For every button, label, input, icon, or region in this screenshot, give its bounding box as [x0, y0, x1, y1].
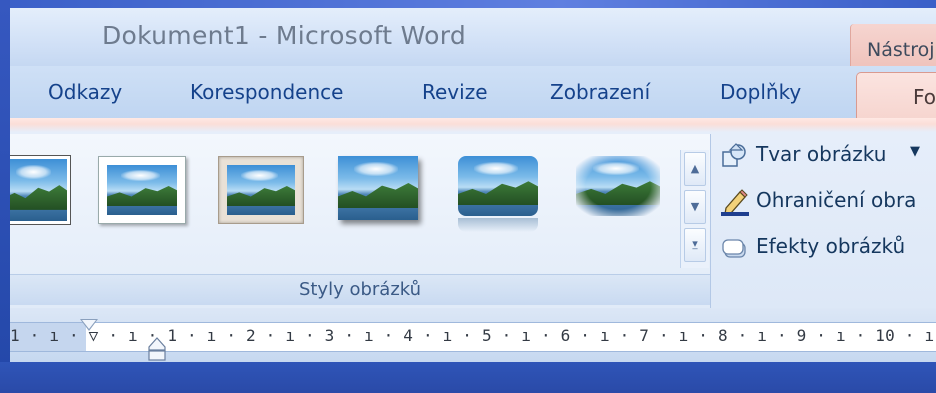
picture-style-1[interactable]	[10, 156, 70, 224]
effects-icon	[720, 234, 750, 262]
horizontal-ruler[interactable]: 1 · ı · ▽ · ı · 1 · ı · 2 · ı · 3 · ı · …	[10, 319, 936, 361]
gallery-scrollbar: ▲ ▼ ▾ ‾	[680, 150, 709, 268]
contextual-tab-header: Nástroj	[850, 24, 936, 70]
tab-format-label: Fo	[913, 85, 936, 109]
contextual-tab-header-label: Nástroj	[867, 39, 935, 61]
border-pencil-icon	[720, 188, 750, 216]
tab-format[interactable]: Fo	[856, 72, 936, 122]
tab-korespondence[interactable]: Korespondence	[190, 80, 343, 104]
picture-style-3[interactable]	[218, 156, 304, 224]
scroll-down-icon[interactable]: ▼	[684, 190, 706, 224]
picture-border-label: Ohraničení obra	[756, 188, 917, 212]
more-icon[interactable]: ▾ ‾	[684, 228, 706, 262]
window-title: Dokument1 - Microsoft Word	[102, 21, 467, 50]
picture-commands: Tvar obrázku ▼ Ohraničení obra Efekty ob…	[714, 136, 936, 266]
picture-style-5[interactable]	[458, 156, 538, 232]
tab-odkazy[interactable]: Odkazy	[48, 80, 122, 104]
picture-styles-gallery	[10, 134, 680, 264]
tab-zobrazeni[interactable]: Zobrazení	[550, 80, 650, 104]
picture-effects-label: Efekty obrázků	[756, 234, 906, 258]
word-window: Dokument1 - Microsoft Word Nástroj Odkaz…	[10, 8, 936, 362]
slide-frame-bottom	[0, 362, 936, 393]
group-label-picture-styles: Styly obrázků	[10, 274, 710, 305]
ribbon-tab-row: Odkazy Korespondence Revize Zobrazení Do…	[10, 66, 936, 119]
hanging-indent-marker[interactable]	[148, 337, 166, 361]
tab-doplnky[interactable]: Doplňky	[720, 80, 801, 104]
picture-style-4[interactable]	[338, 156, 418, 220]
shape-icon	[720, 142, 750, 170]
first-line-indent-marker[interactable]	[80, 319, 98, 331]
ribbon: ▲ ▼ ▾ ‾ Styly obrázků Tvar obrázku ▼ Ohr…	[10, 118, 936, 308]
dropdown-arrow-icon: ▼	[910, 144, 920, 159]
slide-frame-top	[0, 0, 936, 8]
picture-style-6[interactable]	[576, 156, 660, 216]
title-bar: Dokument1 - Microsoft Word	[10, 8, 936, 66]
ruler-area: 1 · ı · ▽ · ı · 1 · ı · 2 · ı · 3 · ı · …	[10, 308, 936, 362]
tab-revize[interactable]: Revize	[422, 80, 488, 104]
slide-frame-left	[0, 0, 10, 393]
scroll-up-icon[interactable]: ▲	[684, 152, 706, 186]
picture-styles-group: ▲ ▼ ▾ ‾ Styly obrázků	[10, 134, 711, 308]
picture-shape-label: Tvar obrázku	[756, 142, 887, 166]
picture-style-2[interactable]	[98, 156, 186, 224]
